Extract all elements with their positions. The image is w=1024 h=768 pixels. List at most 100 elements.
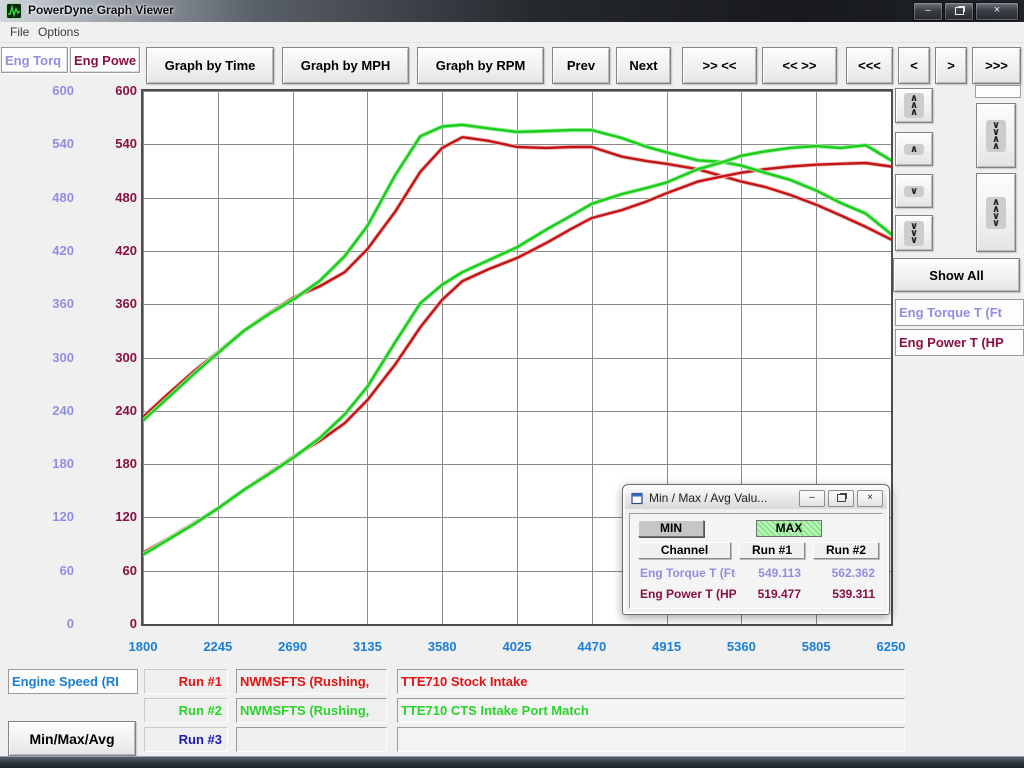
popup-row-run2-value-1: 562.362 [813,566,875,580]
up-chevron-icon: ∧ [910,146,918,153]
toolbar-button-graph-by-rpm[interactable]: Graph by RPM [417,47,544,84]
legend-run-label-2: Run #2 [144,698,228,723]
y-tick-torque-540: 540 [22,136,74,151]
legend-file-field-1[interactable]: NWMSFTS (Rushing, [236,669,387,694]
popup-body: MIN MAX Channel Run #1 Run #2 Eng Torque… [629,513,883,609]
x-tick-4470: 4470 [560,639,624,654]
y-tick-torque-300: 300 [22,350,74,365]
window-title: PowerDyne Graph Viewer [28,3,174,17]
x-tick-6250: 6250 [859,639,923,654]
toolbar-button-graph-by-mph[interactable]: Graph by MPH [282,47,409,84]
y-tick-torque-600: 600 [22,83,74,98]
down-chevron-icon: ∨ [992,220,1000,227]
popup-row-run2-value-2: 539.311 [813,587,875,601]
popup-row-channel-1: Eng Torque T (Ft- [640,566,736,580]
y-tick-power-120: 120 [85,509,137,524]
popup-column-run2[interactable]: Run #2 [813,542,879,559]
restore-button[interactable] [944,2,974,21]
x-tick-3135: 3135 [335,639,399,654]
y-tick-torque-60: 60 [22,563,74,578]
menu-file[interactable]: File [6,24,33,40]
toolbar-button-arrows[interactable]: >>> [972,47,1021,84]
y-axis-torque-channel-button[interactable]: Eng Torq [1,47,68,73]
legend-run-label-3: Run #3 [144,727,228,752]
toolbar-button-graph-by-time[interactable]: Graph by Time [146,47,274,84]
y-tick-power-360: 360 [85,296,137,311]
menu-options[interactable]: Options [34,24,83,40]
scroll-up-button-pad: ∧ [904,144,924,155]
scroll-bottom-button-pad: ∨∨∨ [904,221,924,246]
y-tick-power-420: 420 [85,243,137,258]
x-tick-5360: 5360 [709,639,773,654]
x-tick-4025: 4025 [485,639,549,654]
toolbar-button-arrows[interactable]: << >> [762,47,837,84]
legend-file-field-2[interactable]: NWMSFTS (Rushing, [236,698,387,723]
scroll-bottom-button[interactable]: ∨∨∨ [895,215,933,251]
toolbar-button-arrows[interactable]: >> << [682,47,757,84]
minimize-button[interactable]: – [913,2,943,21]
toolbar-button-arrows[interactable]: > [935,47,967,84]
y-tick-torque-360: 360 [22,296,74,311]
popup-close-button[interactable]: × [857,490,883,507]
toolbar-button-arrows[interactable]: <<< [846,47,893,84]
x-tick-4915: 4915 [635,639,699,654]
show-all-button[interactable]: Show All [893,258,1020,292]
scroll-down-button[interactable]: ∨ [895,174,933,208]
legend-desc-field-2[interactable]: TTE710 CTS Intake Port Match [397,698,905,723]
y-tick-power-180: 180 [85,456,137,471]
popup-minimize-button[interactable]: – [799,490,825,507]
popup-row-run1-value-2: 519.477 [739,587,801,601]
window-controls: –× [913,2,1019,21]
popup-restore-button[interactable] [828,490,854,507]
scroll-top-button[interactable]: ∧∧∧ [895,88,933,123]
legend-run-label-1: Run #1 [144,669,228,694]
y-tick-power-480: 480 [85,190,137,205]
y-tick-torque-420: 420 [22,243,74,258]
y-tick-power-60: 60 [85,563,137,578]
legend-file-field-3[interactable] [236,727,387,752]
toolbar-button-arrows[interactable]: < [898,47,930,84]
title-bar[interactable]: PowerDyne Graph Viewer –× [0,0,1024,22]
y-tick-torque-480: 480 [22,190,74,205]
x-tick-2245: 2245 [186,639,250,654]
scroll-top-button-pad: ∧∧∧ [904,93,924,118]
y-tick-power-0: 0 [85,616,137,631]
x-axis-channel-button[interactable]: Engine Speed (RI [8,669,138,694]
channel-button-eng-power[interactable]: Eng Power T (HP [895,329,1024,356]
legend-desc-field-3[interactable] [397,727,905,752]
y-tick-torque-0: 0 [22,616,74,631]
collapse-y-range-button-pad: ∨∨∧∧ [986,120,1006,152]
y-tick-power-600: 600 [85,83,137,98]
legend-desc-field-1[interactable]: TTE710 Stock Intake [397,669,905,694]
expand-y-range-button-pad: ∧∧∨∨ [986,197,1006,229]
min-max-avg-button[interactable]: Min/Max/Avg [8,721,136,756]
up-chevron-icon: ∧ [992,143,1000,150]
y-axis-power-channel-button[interactable]: Eng Powe [70,47,140,73]
popup-window-controls: –× [799,490,883,507]
y-tick-torque-180: 180 [22,456,74,471]
app-window: PowerDyne Graph Viewer –× File Options E… [0,0,1024,768]
x-tick-1800: 1800 [111,639,175,654]
collapse-y-range-button[interactable]: ∨∨∧∧ [976,103,1016,168]
y-tick-power-240: 240 [85,403,137,418]
minmax-popup-window[interactable]: Min / Max / Avg Valu... –× MIN MAX Chann… [622,484,890,615]
popup-column-run1[interactable]: Run #1 [739,542,805,559]
close-button[interactable]: × [975,2,1019,21]
toolbar-button-prev[interactable]: Prev [552,47,610,84]
waveform-scope-icon [6,3,22,19]
popup-title-bar[interactable]: Min / Max / Avg Valu... –× [625,487,887,509]
y-tick-torque-240: 240 [22,403,74,418]
y-tick-torque-120: 120 [22,509,74,524]
expand-y-range-button[interactable]: ∧∧∨∨ [976,173,1016,252]
min-tab-button[interactable]: MIN [638,520,704,537]
max-tab-button[interactable]: MAX [756,520,822,537]
y-tick-power-300: 300 [85,350,137,365]
x-tick-3580: 3580 [410,639,474,654]
channel-button-eng-torque[interactable]: Eng Torque T (Ft [895,299,1024,326]
toolbar-button-next[interactable]: Next [616,47,671,84]
popup-row-run1-value-1: 549.113 [739,566,801,580]
popup-column-channel[interactable]: Channel [638,542,731,559]
menu-bar: File Options [0,22,1024,43]
scroll-down-button-pad: ∨ [904,186,924,197]
scroll-up-button[interactable]: ∧ [895,132,933,166]
